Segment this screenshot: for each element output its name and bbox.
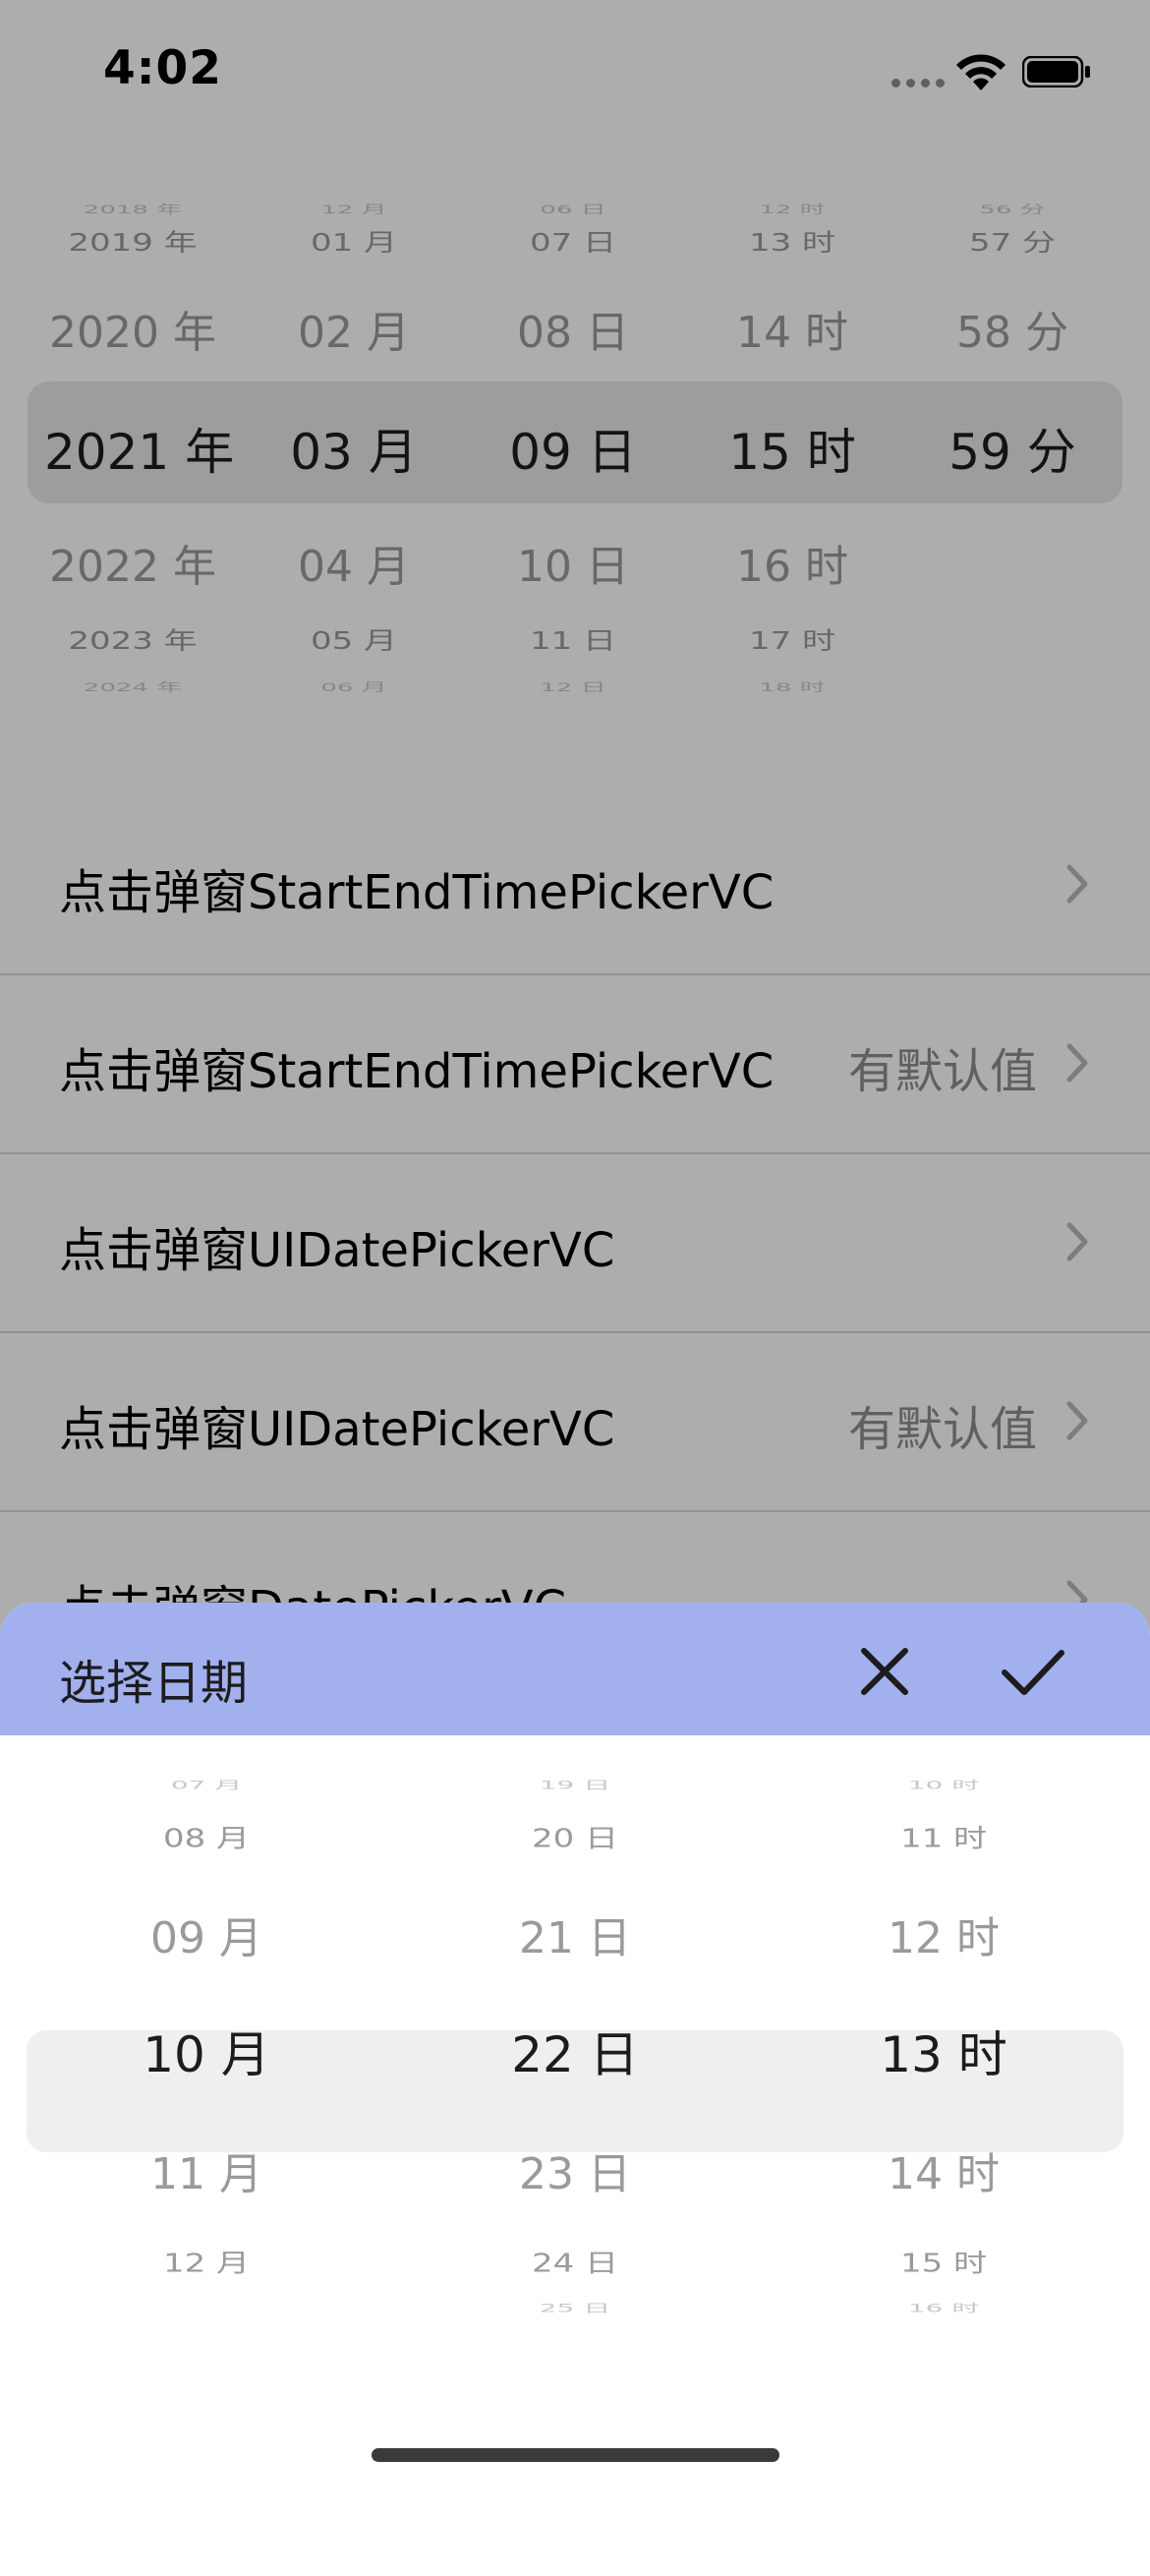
wheel-item: 19 日 [539,1779,611,1792]
home-indicator[interactable] [372,2448,779,2462]
wheel-selected-item: 13 时 [880,2026,1007,2083]
day-wheel[interactable]: 19 日 20 日 21 日 22 日 23 日 24 日 25 日 [457,1735,693,2424]
wheel-item: 24 日 [531,2249,619,2279]
sheet-header: 选择日期 [0,1603,1150,1735]
hour-wheel[interactable]: 10 时 11 时 12 时 13 时 14 时 15 时 16 时 [826,1735,1062,2424]
sheet-date-picker[interactable]: 07 月 08 月 09 月 10 月 11 月 12 月 19 日 20 日 … [0,1735,1150,2424]
wheel-item: 08 月 [162,1824,251,1854]
wheel-item: 21 日 [519,1913,631,1963]
month-wheel[interactable]: 07 月 08 月 09 月 10 月 11 月 12 月 [88,1735,324,2424]
wheel-item: 15 时 [899,2249,988,2279]
sheet-title: 选择日期 [59,1656,249,1711]
close-icon[interactable] [850,1637,919,1706]
wheel-item: 09 月 [150,1913,262,1963]
wheel-item: 11 月 [150,2149,262,2199]
wheel-item: 07 月 [170,1779,243,1792]
date-picker-sheet: 选择日期 07 月 08 月 09 月 10 月 11 月 12 月 19 日 … [0,1603,1150,2489]
checkmark-icon[interactable] [993,1637,1071,1706]
wheel-selected-item: 10 月 [143,2026,270,2083]
wheel-selected-item: 22 日 [511,2026,639,2083]
wheel-item: 14 时 [888,2149,1000,2199]
wheel-item: 10 时 [907,1779,980,1792]
wheel-item: 23 日 [519,2149,631,2199]
wheel-item: 25 日 [539,2302,611,2315]
wheel-item: 12 月 [162,2249,251,2279]
wheel-item: 20 日 [531,1824,619,1854]
wheel-item: 12 时 [888,1913,1000,1963]
wheel-item: 16 时 [907,2302,980,2315]
wheel-item: 11 时 [899,1824,988,1854]
